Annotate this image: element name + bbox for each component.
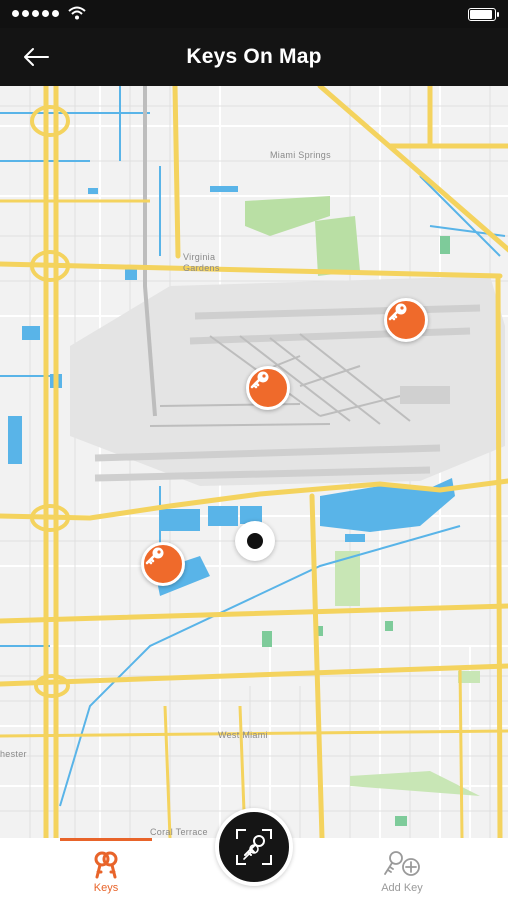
keys-icon	[94, 851, 118, 879]
arrow-left-icon	[24, 48, 49, 66]
wifi-icon	[68, 6, 86, 20]
key-icon	[145, 547, 164, 565]
tab-keys-label: Keys	[93, 882, 119, 894]
back-button[interactable]	[18, 40, 54, 74]
tab-add-key-label: Add Key	[381, 882, 423, 894]
add-key-icon	[384, 851, 420, 876]
map-label-gardens: Gardens	[183, 263, 220, 273]
map-label-chester: hester	[0, 749, 27, 759]
battery-icon	[468, 8, 499, 21]
map-label-west-miami: West Miami	[218, 730, 268, 740]
app-header: Keys On Map	[0, 28, 508, 86]
map-background	[0, 86, 508, 838]
current-location-marker	[235, 521, 275, 561]
page-title: Keys On Map	[186, 45, 322, 68]
key-icon	[250, 371, 269, 389]
status-bar	[0, 0, 508, 28]
tab-add-key[interactable]: Add Key	[342, 838, 462, 900]
scan-key-button[interactable]	[215, 808, 293, 886]
map-label-coral-terrace: Coral Terrace	[150, 827, 208, 837]
map-label-virginia: Virginia	[183, 252, 216, 262]
key-icon	[388, 303, 407, 321]
key-pin-3[interactable]	[141, 542, 185, 586]
map-label-miami-springs: Miami Springs	[270, 150, 331, 160]
key-pin-2[interactable]	[246, 366, 290, 410]
signal-dots-icon	[12, 10, 59, 17]
scan-key-icon	[236, 829, 272, 865]
key-pin-1[interactable]	[384, 298, 428, 342]
tab-keys[interactable]: Keys	[46, 838, 166, 900]
map-view[interactable]: Miami Springs Virginia Gardens West Miam…	[0, 86, 508, 838]
